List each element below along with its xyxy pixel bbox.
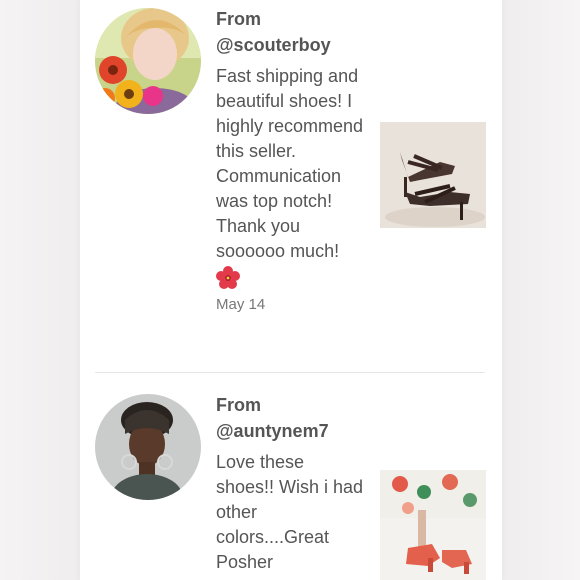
listing-thumbnail[interactable]	[380, 470, 486, 580]
review-date: May 14	[216, 296, 266, 313]
review-content: From @scouterboy Fast shipping and beaut…	[216, 6, 366, 313]
hibiscus-icon	[216, 266, 240, 289]
avatar-image	[95, 394, 201, 500]
from-label: From	[216, 395, 261, 415]
reviewer-avatar[interactable]	[95, 8, 201, 114]
sandal-image	[380, 122, 486, 228]
review-divider	[95, 372, 485, 373]
review-content: From @auntynem7 Love these shoes!! Wish …	[216, 392, 366, 575]
reviewer-avatar[interactable]	[95, 394, 201, 500]
review-text: Love these shoes!! Wish i had other colo…	[216, 452, 364, 572]
background-left	[0, 0, 80, 580]
reviewer-username[interactable]: @auntynem7	[216, 418, 366, 444]
from-label: From	[216, 9, 261, 29]
reviews-card: From @scouterboy Fast shipping and beaut…	[80, 0, 502, 580]
listing-thumbnail[interactable]	[380, 122, 486, 228]
reviewer-username[interactable]: @scouterboy	[216, 32, 366, 58]
review-text: Fast shipping and beautiful shoes! I hig…	[216, 66, 364, 261]
shoe-image	[380, 470, 486, 580]
avatar-image	[95, 8, 201, 114]
background-right	[502, 0, 580, 580]
